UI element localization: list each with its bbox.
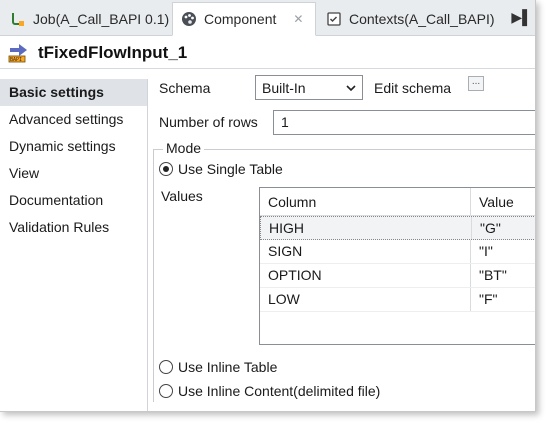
table-row[interactable]: LOW "F"	[260, 288, 535, 312]
sidebar-item-documentation[interactable]: Documentation	[0, 187, 147, 214]
value-header[interactable]: Value	[471, 188, 535, 215]
sidebar-item-view[interactable]: View	[0, 160, 147, 187]
svg-text:BAPI: BAPI	[10, 57, 22, 63]
tab-contexts[interactable]: Contexts(A_Call_BAPI)	[318, 2, 503, 36]
sidebar-item-validation-rules[interactable]: Validation Rules	[0, 214, 147, 241]
schema-select[interactable]: Built-In	[255, 75, 363, 100]
value-cell[interactable]: "I"	[471, 240, 535, 263]
chevron-down-icon	[346, 84, 356, 91]
column-cell: OPTION	[260, 264, 471, 287]
palette-icon	[182, 12, 196, 26]
component-view: Job(A_Call_BAPI 0.1) Component ✕ Context…	[0, 0, 536, 412]
mode-group-title: Mode	[163, 140, 205, 156]
tab-job[interactable]: Job(A_Call_BAPI 0.1)	[2, 2, 177, 36]
component-icon: BAPI	[8, 43, 27, 63]
sidebar-item-dynamic-settings[interactable]: Dynamic settings	[0, 133, 147, 160]
tab-component-label: Component	[204, 11, 277, 27]
use-inline-content-label: Use Inline Content(delimited file)	[178, 383, 381, 399]
table-row[interactable]: SIGN "I"	[260, 240, 535, 264]
column-cell: HIGH	[261, 217, 472, 239]
contexts-icon	[327, 12, 341, 26]
use-single-table-label: Use Single Table	[178, 161, 283, 177]
table-row[interactable]: OPTION "BT"	[260, 264, 535, 288]
tab-overflow-icon[interactable]: ▶▌	[511, 9, 532, 26]
value-cell[interactable]: "G"	[472, 217, 535, 239]
radio-selected-icon	[159, 162, 173, 176]
schema-select-value: Built-In	[262, 79, 306, 96]
schema-label: Schema	[159, 80, 211, 96]
close-icon[interactable]: ✕	[293, 12, 303, 26]
edit-schema-label: Edit schema	[374, 80, 452, 96]
table-row[interactable]: HIGH "G"	[260, 216, 535, 240]
radio-unselected-icon	[159, 360, 173, 374]
settings-sidebar: Basic settings Advanced settings Dynamic…	[0, 79, 148, 411]
component-title: tFixedFlowInput_1	[38, 42, 188, 62]
view-tab-bar: Job(A_Call_BAPI 0.1) Component ✕ Context…	[0, 0, 535, 36]
edit-schema-button[interactable]: ...	[468, 76, 484, 91]
basic-settings-panel: Schema Built-In Edit schema ... Number o…	[149, 70, 535, 411]
column-cell: LOW	[260, 288, 471, 311]
number-of-rows-label: Number of rows	[159, 114, 258, 130]
value-cell[interactable]: "BT"	[471, 264, 535, 287]
column-header[interactable]: Column	[260, 188, 471, 215]
job-icon	[12, 13, 24, 26]
use-inline-content-radio[interactable]: Use Inline Content(delimited file)	[159, 383, 380, 399]
value-cell[interactable]: "F"	[471, 288, 535, 311]
use-single-table-radio[interactable]: Use Single Table	[159, 161, 283, 177]
use-inline-table-radio[interactable]: Use Inline Table	[159, 359, 277, 375]
sidebar-item-advanced-settings[interactable]: Advanced settings	[0, 106, 147, 133]
number-of-rows-input[interactable]: 1	[273, 110, 535, 135]
tab-job-label: Job(A_Call_BAPI 0.1)	[33, 11, 170, 27]
radio-unselected-icon	[159, 384, 173, 398]
use-inline-table-label: Use Inline Table	[178, 359, 278, 375]
column-cell: SIGN	[260, 240, 471, 263]
values-label: Values	[161, 188, 203, 204]
component-title-bar: BAPI tFixedFlowInput_1	[0, 37, 535, 69]
tab-contexts-label: Contexts(A_Call_BAPI)	[349, 11, 495, 27]
values-table: Column Value HIGH "G" SIGN "I" OPTION "B…	[259, 187, 535, 345]
sidebar-item-basic-settings[interactable]: Basic settings	[0, 79, 147, 106]
table-header: Column Value	[260, 188, 535, 216]
tab-component[interactable]: Component ✕	[172, 2, 316, 36]
